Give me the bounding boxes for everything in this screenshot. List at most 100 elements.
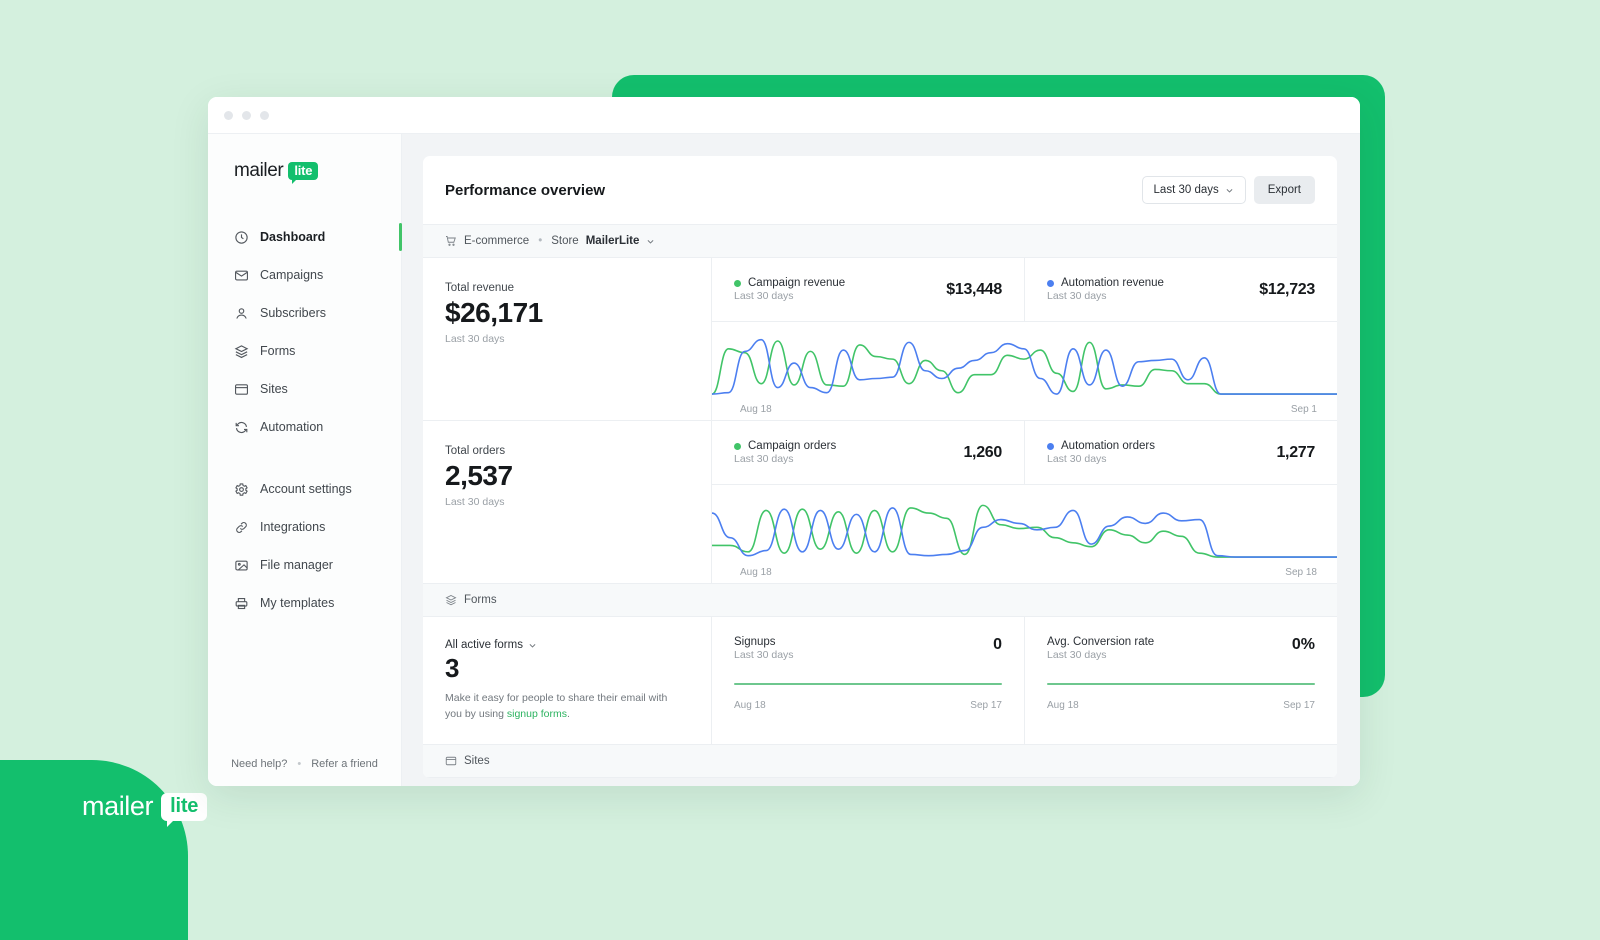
image-icon [235, 560, 248, 570]
automation-revenue-period: Last 30 days [1047, 290, 1107, 302]
sidebar-item-label: File manager [260, 558, 333, 572]
sites-section-bar: Sites [423, 745, 1337, 779]
forms-row: All active forms 3 Make it easy for peop… [423, 617, 1337, 746]
sidebar-item-label: Dashboard [260, 230, 326, 244]
corner-brand-word: mailer [82, 791, 154, 821]
conversion-date-end: Sep 17 [1283, 700, 1315, 711]
sparkline-series [712, 340, 1337, 394]
sidebar-item-label: Automation [260, 420, 324, 434]
sidebar-footer: Need help? • Refer a friend [208, 758, 401, 770]
automation-orders-color-dot [1047, 442, 1054, 450]
automation-revenue-color-dot [1047, 279, 1054, 287]
sidebar-item-subscribers[interactable]: Subscribers [208, 294, 401, 332]
campaign-orders-period: Last 30 days [734, 453, 794, 465]
export-button[interactable]: Export [1253, 176, 1315, 204]
chevron-down-icon[interactable] [646, 237, 655, 246]
total-orders-label: Total orders [445, 445, 506, 457]
sidebar-item-campaigns[interactable]: Campaigns [208, 256, 401, 294]
orders-sparkline-chart: Aug 18 Sep 18 [712, 485, 1337, 583]
campaign-orders-color-dot [734, 442, 741, 450]
campaign-orders-value: 1,260 [963, 443, 1002, 461]
active-indicator [399, 223, 402, 251]
link-icon [236, 521, 247, 533]
all-active-forms-select[interactable]: All active forms [445, 639, 689, 651]
window-titlebar [208, 97, 1360, 134]
window-minimize-dot[interactable] [242, 110, 251, 120]
browser-window: mailer lite Dashboard Campaigns Subscrib… [208, 97, 1360, 786]
refer-a-friend-link[interactable]: Refer a friend [311, 758, 378, 770]
conversion-rate-value: 0% [1291, 636, 1315, 653]
signups-metric: Signups Last 30 days 0 Aug 18 Sep 17 [712, 617, 1024, 744]
revenue-sparkline-chart: Aug 18 Sep 1 [712, 322, 1337, 420]
revenue-sparkline-dates: Aug 18 Sep 1 [712, 400, 1337, 415]
window-close-dot[interactable] [224, 110, 233, 120]
page-title: Performance overview [445, 181, 606, 199]
campaign-revenue-color-dot [734, 279, 741, 287]
sidebar-item-label: Account settings [260, 482, 352, 496]
signups-label: Signups [734, 636, 776, 648]
campaign-revenue-metric: Campaign revenue Last 30 days $13,448 [712, 258, 1024, 321]
total-orders-value: 2,537 [445, 460, 513, 491]
orders-sparkline-dates: Aug 18 Sep 18 [712, 563, 1337, 578]
forms-description: Make it easy for people to share their e… [445, 690, 675, 723]
signup-forms-link[interactable]: signup forms [507, 708, 567, 720]
main-content: Performance overview Last 30 days Export… [402, 134, 1360, 786]
sidebar-item-forms[interactable]: Forms [208, 332, 401, 370]
window-maximize-dot[interactable] [260, 110, 269, 120]
date-range-select[interactable]: Last 30 days [1141, 176, 1246, 204]
signups-date-start: Aug 18 [734, 700, 766, 711]
store-selector[interactable]: MailerLite [586, 235, 640, 247]
corner-brand-logo: mailer lite [82, 791, 208, 827]
sidebar-item-label: Sites [260, 382, 288, 396]
ecommerce-separator: • [538, 235, 543, 247]
sidebar-item-my-templates[interactable]: My templates [208, 584, 401, 622]
automation-revenue-metric: Automation revenue Last 30 days $12,723 [1024, 258, 1337, 321]
orders-row: Total orders 2,537 Last 30 days Campaign… [423, 421, 1337, 584]
conversion-rate-label: Avg. Conversion rate [1047, 636, 1155, 648]
clock-icon [235, 230, 248, 244]
sidebar-item-label: Subscribers [260, 306, 326, 320]
sidebar-item-label: Integrations [260, 520, 326, 534]
all-active-forms-label: All active forms [445, 639, 523, 651]
automation-orders-value: 1,277 [1276, 443, 1315, 461]
sidebar-item-automation[interactable]: Automation [208, 408, 401, 446]
automation-revenue-value: $12,723 [1259, 280, 1315, 298]
campaign-orders-label: Campaign orders [748, 440, 837, 452]
sidebar-item-label: Forms [260, 344, 296, 358]
performance-overview-card: Performance overview Last 30 days Export… [423, 156, 1337, 779]
need-help-link[interactable]: Need help? [231, 758, 287, 770]
date-range-value: Last 30 days [1153, 184, 1219, 196]
envelope-icon [235, 270, 248, 280]
corner-brand-shape [0, 760, 188, 940]
orders-sparkline-svg [712, 495, 1337, 563]
campaign-orders-metric: Campaign orders Last 30 days 1,260 [712, 421, 1024, 484]
sidebar-item-sites[interactable]: Sites [208, 370, 401, 408]
revenue-row: Total revenue $26,171 Last 30 days Campa… [423, 258, 1337, 421]
sites-section-label: Sites [464, 755, 490, 768]
browser-icon [445, 756, 457, 766]
forms-metrics: Signups Last 30 days 0 Aug 18 Sep 17 Avg… [712, 617, 1337, 745]
chevron-down-icon [1226, 188, 1233, 193]
sidebar-brand[interactable]: mailer lite [208, 160, 401, 184]
refresh-icon [235, 421, 248, 433]
campaign-revenue-period: Last 30 days [734, 290, 794, 302]
sparkline-series [712, 508, 1337, 557]
forms-section-bar: Forms [423, 584, 1337, 617]
card-header: Performance overview Last 30 days Export [423, 156, 1337, 225]
signups-flatline-chart [734, 683, 1002, 685]
sidebar-item-file-manager[interactable]: File manager [208, 546, 401, 584]
browser-icon [235, 383, 248, 395]
automation-orders-label: Automation orders [1061, 440, 1155, 452]
orders-date-start: Aug 18 [740, 567, 772, 578]
conversion-flatline-chart [1047, 683, 1315, 685]
automation-orders-metric: Automation orders Last 30 days 1,277 [1024, 421, 1337, 484]
sidebar-item-account-settings[interactable]: Account settings [208, 470, 401, 508]
sidebar-item-dashboard[interactable]: Dashboard [208, 218, 402, 256]
revenue-sparkline-svg [712, 332, 1337, 400]
ecommerce-section-bar: E-commerce • Store MailerLite [423, 225, 1337, 258]
signups-period: Last 30 days [734, 649, 794, 661]
forms-count-value: 3 [445, 653, 460, 683]
sidebar-item-integrations[interactable]: Integrations [208, 508, 401, 546]
footer-separator: • [297, 758, 302, 770]
printer-icon [235, 597, 248, 609]
